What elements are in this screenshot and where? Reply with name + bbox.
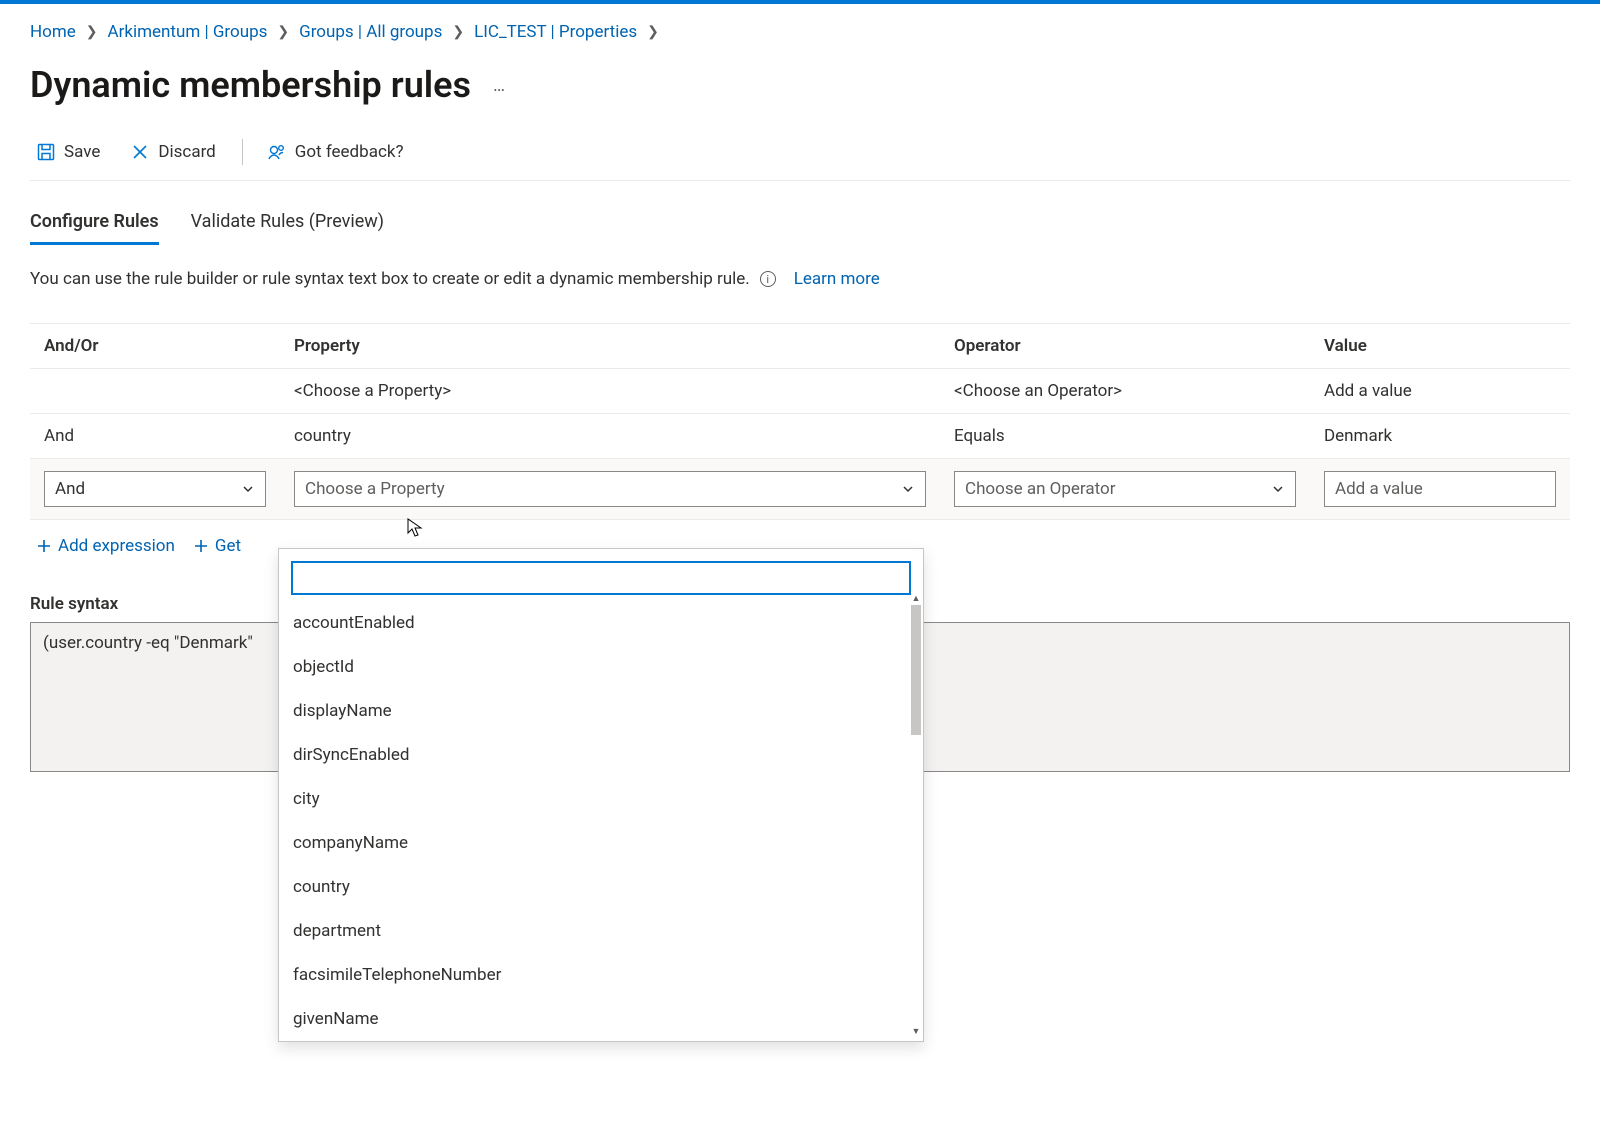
scrollbar-thumb[interactable]	[911, 605, 921, 735]
dropdown-list: accountEnabled objectId displayName dirS…	[279, 601, 923, 1041]
toolbar-separator	[242, 139, 243, 165]
tab-validate-rules[interactable]: Validate Rules (Preview)	[191, 205, 384, 245]
save-button[interactable]: Save	[30, 138, 106, 166]
cell-operator[interactable]: Equals	[940, 414, 1310, 458]
breadcrumb-home[interactable]: Home	[30, 22, 76, 42]
andor-select[interactable]: And	[44, 471, 266, 507]
col-header-andor: And/Or	[30, 324, 280, 368]
scroll-down-icon[interactable]: ▼	[911, 1026, 921, 1037]
page-title: Dynamic membership rules	[30, 64, 471, 106]
dropdown-item-facsimiletelephonenumber[interactable]: facsimileTelephoneNumber	[279, 953, 923, 997]
breadcrumb: Home ❯ Arkimentum | Groups ❯ Groups | Al…	[30, 4, 1570, 50]
chevron-right-icon: ❯	[277, 24, 289, 40]
col-header-property: Property	[280, 324, 940, 368]
chevron-right-icon: ❯	[86, 24, 98, 40]
save-label: Save	[64, 142, 100, 162]
cell-operator[interactable]: <Choose an Operator>	[940, 369, 1310, 413]
property-select[interactable]: Choose a Property	[294, 471, 926, 507]
operator-select-placeholder: Choose an Operator	[965, 479, 1115, 499]
col-header-value: Value	[1310, 324, 1570, 368]
dropdown-item-companyname[interactable]: companyName	[279, 821, 923, 865]
dropdown-item-objectid[interactable]: objectId	[279, 645, 923, 689]
value-input[interactable]	[1324, 471, 1556, 507]
feedback-button[interactable]: Got feedback?	[261, 138, 410, 166]
chevron-down-icon	[901, 482, 915, 496]
breadcrumb-all-groups[interactable]: Groups | All groups	[299, 22, 442, 42]
breadcrumb-arkimentum-groups[interactable]: Arkimentum | Groups	[107, 22, 267, 42]
cell-value[interactable]: Add a value	[1310, 369, 1570, 413]
table-row-editing: And Choose a Property Choose an Operator	[30, 459, 1570, 520]
chevron-down-icon	[241, 482, 255, 496]
table-row: And country Equals Denmark	[30, 414, 1570, 459]
dropdown-item-city[interactable]: city	[279, 777, 923, 821]
dropdown-item-department[interactable]: department	[279, 909, 923, 953]
cell-value[interactable]: Denmark	[1310, 414, 1570, 458]
tabs: Configure Rules Validate Rules (Preview)	[30, 205, 1570, 245]
learn-more-link[interactable]: Learn more	[794, 269, 880, 289]
title-row: Dynamic membership rules …	[30, 64, 1570, 106]
tab-configure-rules[interactable]: Configure Rules	[30, 205, 159, 245]
cell-andor[interactable]: And	[30, 414, 280, 458]
plus-icon	[193, 538, 209, 554]
andor-select-value: And	[55, 479, 85, 499]
rule-builder-table: And/Or Property Operator Value <Choose a…	[30, 323, 1570, 520]
discard-button[interactable]: Discard	[124, 138, 221, 166]
scroll-up-icon[interactable]: ▲	[911, 593, 921, 604]
add-expression-label: Add expression	[58, 536, 175, 556]
close-icon	[130, 142, 150, 162]
breadcrumb-lic-test-properties[interactable]: LIC_TEST | Properties	[474, 22, 637, 42]
table-header-row: And/Or Property Operator Value	[30, 324, 1570, 369]
dropdown-item-dirsyncenabled[interactable]: dirSyncEnabled	[279, 733, 923, 777]
toolbar: Save Discard Got feedback?	[30, 130, 1570, 181]
property-dropdown-panel: accountEnabled objectId displayName dirS…	[278, 548, 924, 1042]
dropdown-item-accountenabled[interactable]: accountEnabled	[279, 601, 923, 645]
dropdown-item-givenname[interactable]: givenName	[279, 997, 923, 1041]
dropdown-item-country[interactable]: country	[279, 865, 923, 909]
cell-property[interactable]: <Choose a Property>	[280, 369, 940, 413]
cell-property[interactable]: country	[280, 414, 940, 458]
add-expression-button[interactable]: Add expression	[36, 536, 175, 556]
plus-icon	[36, 538, 52, 554]
operator-select[interactable]: Choose an Operator	[954, 471, 1296, 507]
description-text: You can use the rule builder or rule syn…	[30, 269, 750, 289]
cell-andor[interactable]	[30, 379, 280, 403]
table-row: <Choose a Property> <Choose an Operator>…	[30, 369, 1570, 414]
feedback-icon	[267, 142, 287, 162]
info-icon[interactable]: i	[760, 271, 776, 287]
chevron-right-icon: ❯	[647, 24, 659, 40]
col-header-operator: Operator	[940, 324, 1310, 368]
feedback-label: Got feedback?	[295, 142, 404, 162]
chevron-right-icon: ❯	[452, 24, 464, 40]
property-select-placeholder: Choose a Property	[305, 479, 445, 499]
chevron-down-icon	[1271, 482, 1285, 496]
dropdown-item-displayname[interactable]: displayName	[279, 689, 923, 733]
more-actions-icon[interactable]: …	[493, 75, 507, 96]
dropdown-search-input[interactable]	[291, 561, 911, 595]
get-custom-label: Get	[215, 536, 241, 556]
get-custom-button[interactable]: Get	[193, 536, 241, 556]
discard-label: Discard	[158, 142, 215, 162]
description-row: You can use the rule builder or rule syn…	[30, 269, 1570, 289]
save-icon	[36, 142, 56, 162]
